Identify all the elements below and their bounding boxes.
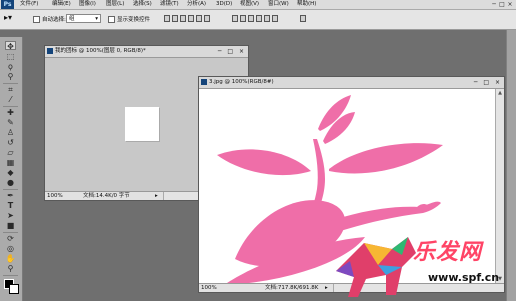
tools-panel: ✥ ⬚ ϙ ⚲ ⌗ ⁄ ✚ ✎ ♙ ↺ ▱ ▦ ◆ ● ✒ T ➤ ■ ⟳ ◎ … — [0, 37, 23, 301]
align-right-icon[interactable] — [204, 15, 210, 22]
auto-align-icons[interactable] — [300, 15, 306, 23]
menu-layer[interactable]: 图层(L) — [106, 0, 124, 9]
document-2-controls[interactable]: ─ □ × — [474, 77, 502, 88]
shape-tool-icon[interactable]: ■ — [5, 221, 16, 230]
document-1-canvas[interactable] — [125, 107, 159, 141]
show-transform-label: 显示变换控件 — [117, 17, 151, 23]
watermark-text: 乐发网 — [413, 240, 483, 265]
distribute-right-icon[interactable] — [272, 15, 278, 22]
app-logo: Ps — [1, 0, 14, 9]
show-transform-checkbox[interactable]: 显示变换控件 — [108, 15, 150, 23]
history-brush-tool-icon[interactable]: ↺ — [5, 138, 16, 147]
path-select-tool-icon[interactable]: ➤ — [5, 211, 16, 220]
align-top-icon[interactable] — [164, 15, 170, 22]
marquee-tool-icon[interactable]: ⬚ — [5, 52, 16, 61]
distribute-hcenter-icon[interactable] — [264, 15, 270, 22]
scroll-up-icon[interactable]: ▲ — [496, 89, 504, 97]
gradient-tool-icon[interactable]: ▦ — [5, 158, 16, 167]
document-1-title: 我的团标 @ 100%(图层 0, RGB/8)* — [55, 48, 146, 54]
crop-tool-icon[interactable]: ⌗ — [5, 85, 16, 94]
auto-align-icon[interactable] — [300, 15, 306, 22]
status-arrow-icon[interactable]: ▸ — [325, 284, 328, 292]
background-color-swatch[interactable] — [9, 284, 19, 294]
hand-tool-icon[interactable]: ✋ — [5, 254, 16, 263]
eraser-tool-icon[interactable]: ▱ — [5, 148, 16, 157]
leaf-right — [329, 143, 443, 174]
move-tool-icon[interactable]: ✥ — [5, 41, 16, 51]
menu-analysis[interactable]: 分析(A) — [187, 0, 206, 9]
document-size-info[interactable]: 文档:14.4K/0 字节 — [83, 192, 130, 200]
type-tool-icon[interactable]: T — [5, 201, 16, 210]
minimize-button[interactable]: ─ — [490, 0, 498, 9]
pen-tool-icon[interactable]: ✒ — [5, 191, 16, 200]
menu-image[interactable]: 图像(I) — [79, 0, 96, 9]
ps-icon — [47, 48, 53, 54]
auto-select-value: 组 — [69, 16, 75, 22]
document-1-titlebar[interactable]: 我的团标 @ 100%(图层 0, RGB/8)* ─ □ × — [45, 46, 248, 58]
app-window-controls: ─ □ × — [490, 0, 514, 9]
align-bottom-icon[interactable] — [180, 15, 186, 22]
blur-tool-icon[interactable]: ◆ — [5, 168, 16, 177]
eyedropper-tool-icon[interactable]: ⁄ — [5, 95, 16, 104]
align-hcenter-icon[interactable] — [196, 15, 202, 22]
auto-select-checkbox[interactable]: 自动选择: — [33, 15, 66, 23]
distribute-top-icon[interactable] — [232, 15, 238, 22]
clone-stamp-tool-icon[interactable]: ♙ — [5, 128, 16, 137]
menu-view[interactable]: 视图(V) — [240, 0, 259, 9]
healing-brush-tool-icon[interactable]: ✚ — [5, 108, 16, 117]
zoom-tool-icon[interactable]: ⚲ — [5, 264, 16, 273]
document-size-info[interactable]: 文档:717.8K/691.8K — [265, 284, 318, 292]
menu-filter[interactable]: 滤镜(T) — [160, 0, 179, 9]
watermark-url: www.spf.cn — [428, 271, 500, 284]
brush-tool-icon[interactable]: ✎ — [5, 118, 16, 127]
ps-icon — [201, 79, 207, 85]
document-2-titlebar[interactable]: 3.jpg @ 100%(RGB/8#) ─ □ × — [199, 77, 504, 89]
close-button[interactable]: × — [506, 0, 514, 9]
document-1-controls[interactable]: ─ □ × — [218, 46, 246, 57]
distribute-vcenter-icon[interactable] — [240, 15, 246, 22]
distribute-icons[interactable] — [232, 15, 278, 23]
menu-edit[interactable]: 编辑(E) — [52, 0, 71, 9]
zoom-level[interactable]: 100% — [201, 284, 217, 292]
auto-select-dropdown[interactable]: 组 ▾ — [66, 14, 101, 23]
status-arrow-icon[interactable]: ▸ — [155, 192, 158, 200]
align-left-icon[interactable] — [188, 15, 194, 22]
chevron-down-icon: ▾ — [95, 16, 98, 22]
3d-orbit-tool-icon[interactable]: ◎ — [5, 244, 16, 253]
dodge-tool-icon[interactable]: ● — [5, 178, 16, 187]
menu-help[interactable]: 帮助(H) — [297, 0, 316, 9]
checkbox-icon — [33, 16, 40, 23]
menu-select[interactable]: 选择(S) — [133, 0, 152, 9]
zoom-level[interactable]: 100% — [47, 192, 63, 200]
distribute-left-icon[interactable] — [256, 15, 262, 22]
3d-rotate-tool-icon[interactable]: ⟳ — [5, 234, 16, 243]
distribute-bottom-icon[interactable] — [248, 15, 254, 22]
auto-select-label: 自动选择: — [42, 17, 66, 23]
maximize-button[interactable]: □ — [498, 0, 506, 9]
checkbox-icon — [108, 16, 115, 23]
document-2-title: 3.jpg @ 100%(RGB/8#) — [209, 79, 274, 85]
menu-3d[interactable]: 3D(D) — [216, 0, 232, 9]
options-bar: ▸▾ 自动选择: 组 ▾ 显示变换控件 — [0, 10, 516, 30]
menu-bar: Ps 文件(F) 编辑(E) 图像(I) 图层(L) 选择(S) 滤镜(T) 分… — [0, 0, 516, 10]
align-vcenter-icon[interactable] — [172, 15, 178, 22]
menu-window[interactable]: 窗口(W) — [268, 0, 289, 9]
align-icons[interactable] — [164, 15, 210, 23]
move-tool-preset-icon[interactable]: ▸▾ — [4, 13, 12, 22]
leaf-left — [217, 149, 311, 176]
lasso-tool-icon[interactable]: ϙ — [5, 62, 16, 71]
menu-file[interactable]: 文件(F) — [20, 0, 38, 9]
magic-wand-tool-icon[interactable]: ⚲ — [5, 72, 16, 81]
